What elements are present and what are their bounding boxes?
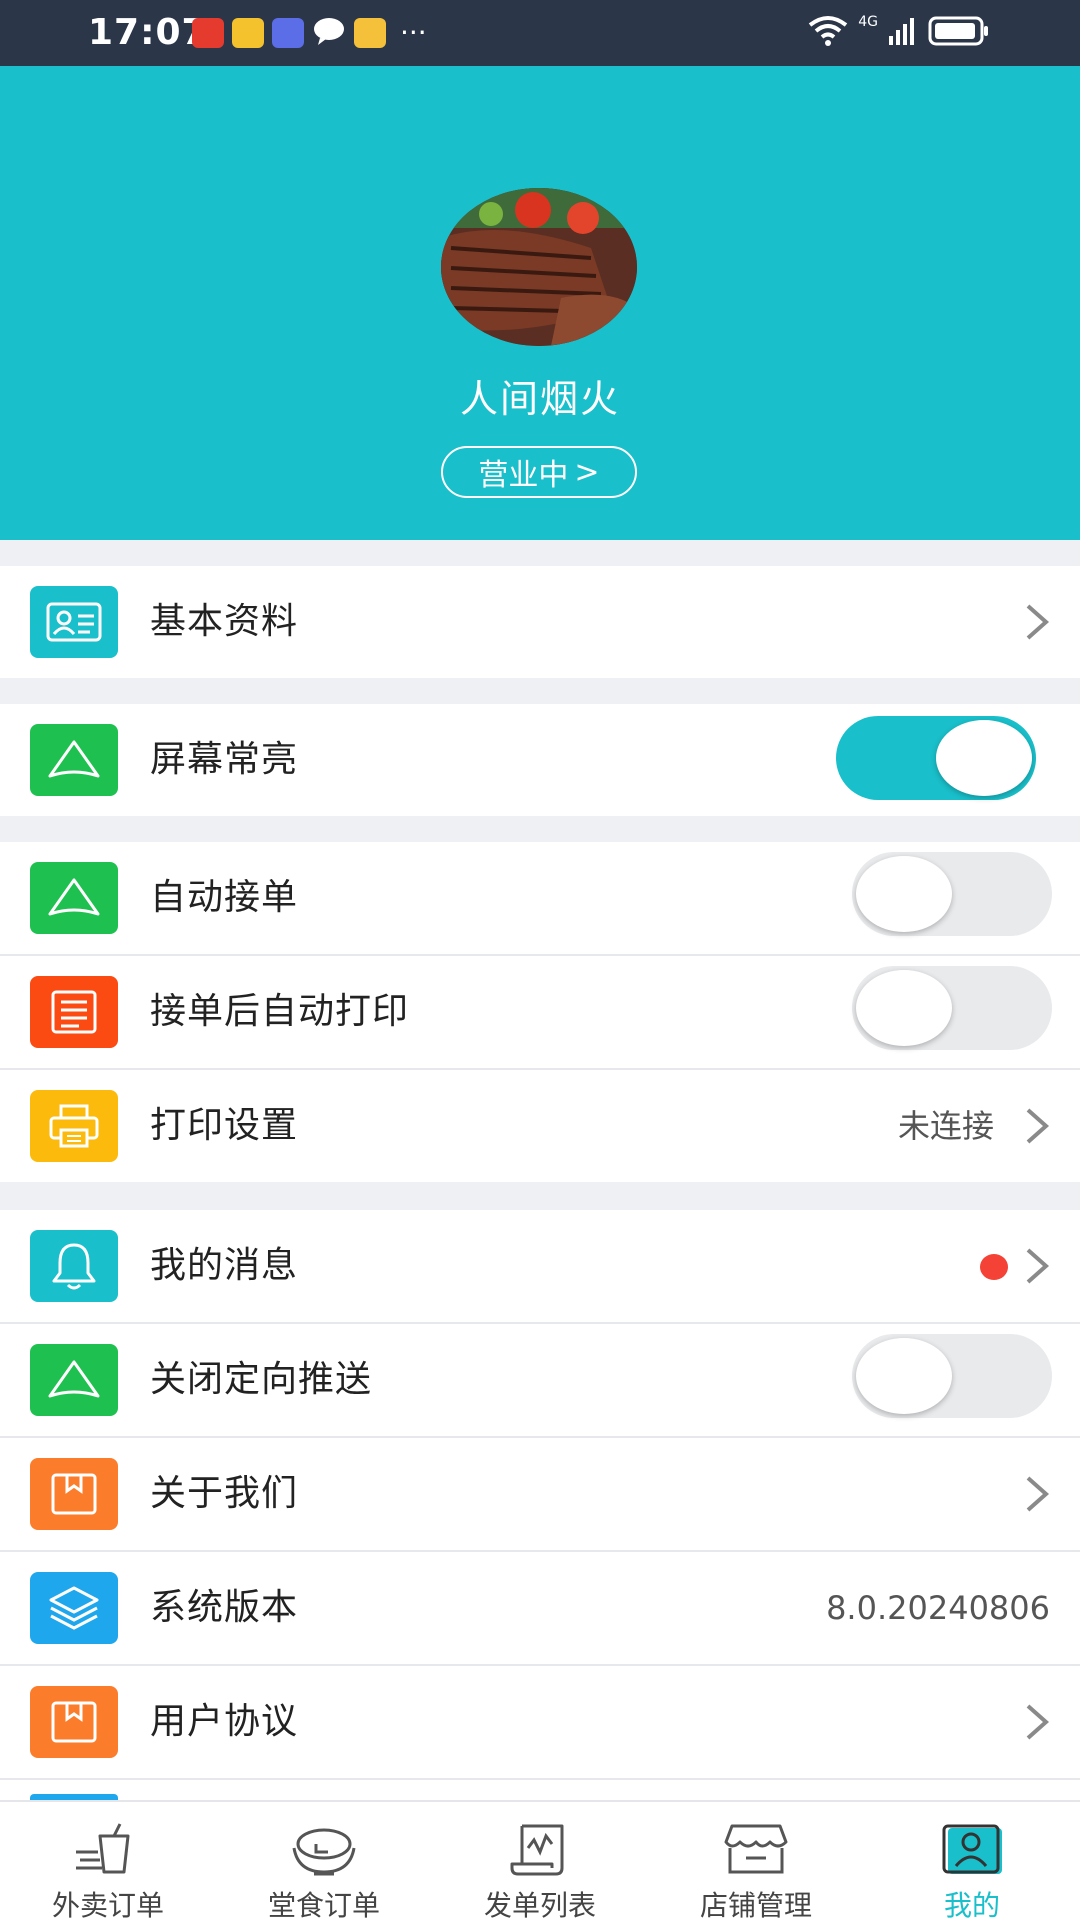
app-logo-icon	[30, 1344, 118, 1416]
wifi-icon	[808, 15, 848, 51]
chevron-right-icon	[1026, 1108, 1050, 1144]
profile-header: 人间烟火 营业中 >	[0, 66, 1080, 540]
menu-item-label: 基本资料	[150, 601, 299, 642]
unread-dot	[980, 1254, 1008, 1280]
menu-item-label: 自动接单	[150, 877, 299, 918]
game-app-icon	[192, 18, 224, 48]
signal-icon	[888, 16, 918, 50]
music-icon	[272, 18, 304, 48]
menu-item-label: 系统版本	[150, 1587, 299, 1628]
chevron-right-icon	[1026, 1248, 1050, 1284]
toggle-knob	[856, 970, 952, 1046]
chevron-right-icon	[1026, 604, 1050, 640]
menu-item-print-settings[interactable]: 打印设置 未连接	[0, 1070, 1080, 1182]
menu-item-label: 关于我们	[150, 1473, 299, 1514]
system-indicators: 4G	[808, 14, 990, 52]
chevron-right-icon	[1026, 1476, 1050, 1512]
rice-bowl-icon	[292, 1828, 356, 1876]
menu-item-label: 用户协议	[150, 1701, 299, 1742]
nav-label: 外卖订单	[51, 1889, 164, 1920]
menu-item-basic-info[interactable]: 基本资料	[0, 566, 1080, 678]
bottom-navigation: 外卖订单 堂食订单 发单列表 店铺管理 我的	[0, 1800, 1080, 1920]
status-time: 17:07	[88, 12, 208, 53]
mail-icon	[232, 18, 264, 48]
printer-icon	[30, 1090, 118, 1162]
app-logo-icon	[30, 724, 118, 796]
battery-icon	[928, 16, 990, 50]
version-number: 8.0.20240806	[826, 1589, 1050, 1627]
menu-item-label: 我的消息	[150, 1245, 299, 1286]
chevron-right-icon: >	[574, 454, 600, 490]
id-card-icon	[30, 586, 118, 658]
takeout-cup-icon	[76, 1823, 130, 1874]
bell-icon	[30, 1230, 118, 1302]
box-icon	[30, 1686, 118, 1758]
menu-item-label: 关闭定向推送	[150, 1359, 373, 1400]
menu-item-auto-print: 接单后自动打印	[0, 956, 1080, 1068]
nav-label: 堂食订单	[267, 1889, 380, 1920]
receipt-icon	[30, 976, 118, 1048]
toggle-knob	[936, 720, 1032, 796]
menu-item-user-agreement[interactable]: 用户协议	[0, 1666, 1080, 1778]
tab-dispatch-list[interactable]: 发单列表	[432, 1802, 648, 1920]
menu-item-my-messages[interactable]: 我的消息	[0, 1210, 1080, 1322]
status-bar: 17:07 ··· 4G	[0, 0, 1080, 66]
tab-store-management[interactable]: 店铺管理	[648, 1802, 864, 1920]
business-status-label: 营业中	[478, 458, 569, 493]
profile-icon	[942, 1824, 1002, 1874]
menu-item-label: 打印设置	[150, 1105, 299, 1146]
more-notifications-icon: ···	[400, 16, 427, 49]
tab-dine-in-orders[interactable]: 堂食订单	[216, 1802, 432, 1920]
nav-label: 我的	[943, 1889, 1000, 1920]
menu-item-partial	[0, 1780, 1080, 1800]
screen-on-toggle[interactable]	[836, 716, 1036, 800]
menu-item-label: 屏幕常亮	[150, 739, 299, 780]
auto-print-toggle[interactable]	[852, 966, 1052, 1050]
menu-item-targeted-push-off: 关闭定向推送	[0, 1324, 1080, 1436]
tab-mine[interactable]: 我的	[864, 1802, 1080, 1920]
chat-icon	[312, 16, 346, 50]
menu-item-auto-accept: 自动接单	[0, 842, 1080, 954]
menu-item-label: 接单后自动打印	[150, 991, 410, 1032]
store-icon	[724, 1824, 788, 1874]
weibo-icon	[354, 18, 386, 48]
business-status-button[interactable]: 营业中 >	[441, 446, 637, 498]
list-scroll-icon	[510, 1824, 564, 1876]
shop-avatar[interactable]	[441, 188, 637, 346]
app-logo-icon	[30, 862, 118, 934]
toggle-knob	[856, 1338, 952, 1414]
page: 17:07 ··· 4G 人间烟火 营业中 > 基本资料 屏幕常亮 自动接单 接…	[0, 0, 1080, 1920]
network-type: 4G	[858, 14, 878, 30]
box-icon	[30, 1458, 118, 1530]
shop-name: 人间烟火	[459, 377, 620, 421]
targeted-push-toggle[interactable]	[852, 1334, 1052, 1418]
nav-label: 店铺管理	[699, 1889, 812, 1920]
tab-takeout-orders[interactable]: 外卖订单	[0, 1802, 216, 1920]
printer-connection-status: 未连接	[897, 1107, 994, 1145]
menu-item-about-us[interactable]: 关于我们	[0, 1438, 1080, 1550]
chevron-right-icon	[1026, 1704, 1050, 1740]
layers-icon	[30, 1572, 118, 1644]
nav-label: 发单列表	[483, 1889, 596, 1920]
toggle-knob	[856, 856, 952, 932]
auto-accept-toggle[interactable]	[852, 852, 1052, 936]
menu-item-screen-on: 屏幕常亮	[0, 704, 1080, 816]
notification-icons: ···	[192, 16, 427, 50]
menu-item-system-version: 系统版本 8.0.20240806	[0, 1552, 1080, 1664]
